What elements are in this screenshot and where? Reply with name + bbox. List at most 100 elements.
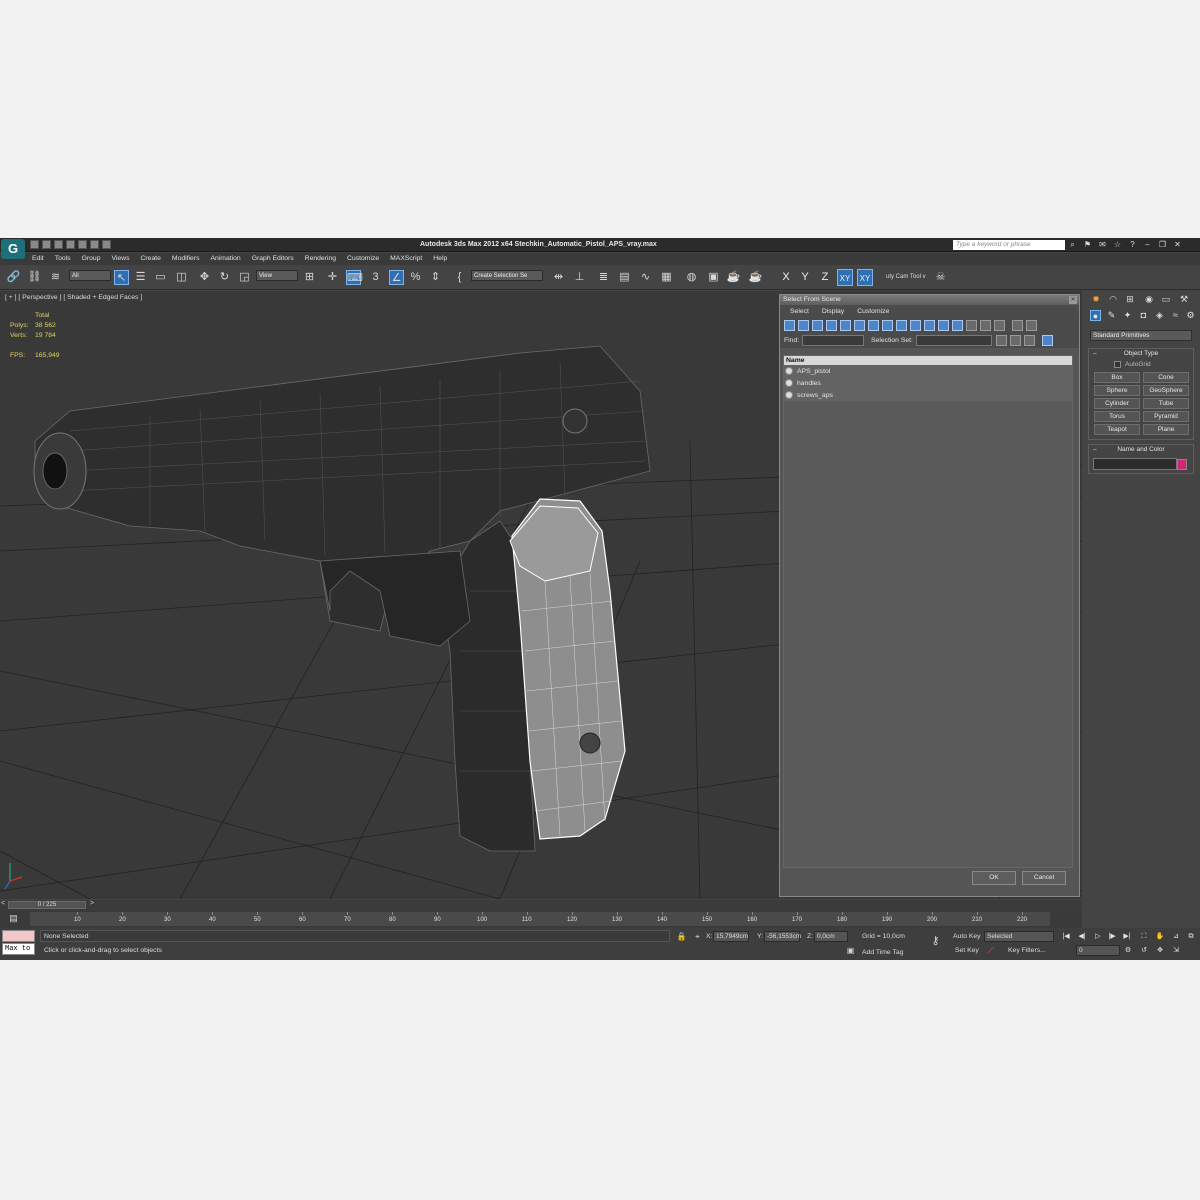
list-column-name[interactable]: Name bbox=[784, 356, 1072, 365]
communication-icon[interactable]: ✉ bbox=[1098, 240, 1107, 249]
open-file-icon[interactable] bbox=[42, 240, 51, 249]
subscription-icon[interactable]: ⚑ bbox=[1083, 240, 1092, 249]
display-xrefs-icon[interactable] bbox=[882, 320, 893, 331]
percent-snap-icon[interactable]: % bbox=[408, 270, 423, 285]
list-item-aps-pistol[interactable]: APS_pistol bbox=[784, 365, 1072, 377]
zoom-all-icon[interactable]: ✋ bbox=[1154, 931, 1166, 942]
motion-tab-icon[interactable]: ◉ bbox=[1143, 294, 1155, 305]
display-lights-icon[interactable] bbox=[812, 320, 823, 331]
cone-button[interactable]: Cone bbox=[1143, 372, 1189, 383]
spinner-snap-icon[interactable]: ⇕ bbox=[428, 270, 443, 285]
display-geometry-icon[interactable] bbox=[784, 320, 795, 331]
selection-set-add-icon[interactable] bbox=[1010, 335, 1021, 346]
dialog-menu-select[interactable]: Select bbox=[790, 308, 809, 315]
utilities-tab-icon[interactable]: ⚒ bbox=[1178, 294, 1190, 305]
axis-xy-button[interactable]: XY bbox=[837, 269, 853, 286]
menu-animation[interactable]: Animation bbox=[210, 255, 240, 262]
menu-create[interactable]: Create bbox=[141, 255, 161, 262]
y-coord-input[interactable]: -56,1553cm bbox=[764, 931, 801, 942]
menu-modifiers[interactable]: Modifiers bbox=[172, 255, 200, 262]
rectangular-selection-icon[interactable]: ▭ bbox=[153, 270, 168, 285]
display-helpers-icon[interactable] bbox=[840, 320, 851, 331]
filter-icon[interactable] bbox=[1012, 320, 1023, 331]
lights-category-icon[interactable]: ✦ bbox=[1122, 310, 1133, 321]
maxscript-listener-output[interactable] bbox=[2, 930, 35, 942]
walk-through-icon[interactable]: ⇲ bbox=[1170, 945, 1182, 956]
current-frame-spinner[interactable]: 0 bbox=[1076, 945, 1120, 956]
display-all-icon[interactable] bbox=[952, 320, 963, 331]
systems-category-icon[interactable]: ⚙ bbox=[1185, 310, 1196, 321]
window-crossing-icon[interactable]: ◫ bbox=[174, 270, 189, 285]
schematic-view-icon[interactable]: ▦ bbox=[659, 270, 674, 285]
menu-group[interactable]: Group bbox=[82, 255, 101, 262]
x-coord-input[interactable]: 15,7949cm bbox=[713, 931, 749, 942]
display-frozen-icon[interactable] bbox=[924, 320, 935, 331]
hold-icon[interactable] bbox=[90, 240, 99, 249]
find-input[interactable] bbox=[802, 335, 864, 346]
binoculars-icon[interactable]: ⌕ bbox=[1068, 240, 1077, 249]
time-configuration-icon[interactable]: ⚙ bbox=[1122, 945, 1134, 956]
time-tag-icon[interactable]: ▣ bbox=[845, 945, 856, 956]
space-warps-category-icon[interactable]: ≈ bbox=[1170, 310, 1181, 321]
list-item-screws-aps[interactable]: screws_aps bbox=[784, 389, 1072, 401]
skull-icon[interactable]: ☠ bbox=[933, 270, 948, 285]
go-to-end-icon[interactable]: ▶| bbox=[1121, 931, 1133, 942]
key-mode-dropdown[interactable]: Selected bbox=[984, 931, 1054, 942]
torus-button[interactable]: Torus bbox=[1094, 411, 1140, 422]
previous-frame-icon[interactable]: ◀| bbox=[1076, 931, 1088, 942]
zoom-extents-icon[interactable]: ⛶ bbox=[1138, 931, 1150, 942]
sync-selection-icon[interactable] bbox=[1026, 320, 1037, 331]
cameras-category-icon[interactable]: ◘ bbox=[1138, 310, 1149, 321]
axis-z-button[interactable]: Z bbox=[817, 269, 833, 286]
time-slider[interactable]: < 0 / 225 > bbox=[0, 900, 1082, 910]
align-icon[interactable]: ⊥ bbox=[572, 270, 587, 285]
menu-help[interactable]: Help bbox=[433, 255, 447, 262]
key-filters-button[interactable]: Key Filters... bbox=[1008, 947, 1046, 954]
close-icon[interactable]: ✕ bbox=[1173, 240, 1182, 249]
menu-graph-editors[interactable]: Graph Editors bbox=[252, 255, 294, 262]
snaps-toggle-icon[interactable]: 3 bbox=[368, 270, 383, 285]
select-all-icon[interactable] bbox=[966, 320, 977, 331]
menu-views[interactable]: Views bbox=[111, 255, 129, 262]
restore-icon[interactable]: ❐ bbox=[1158, 240, 1167, 249]
display-containers-icon[interactable] bbox=[910, 320, 921, 331]
next-frame-icon[interactable]: |▶ bbox=[1106, 931, 1118, 942]
display-hidden-icon[interactable] bbox=[938, 320, 949, 331]
pivot-center-icon[interactable]: ⊞ bbox=[302, 270, 317, 285]
plane-button[interactable]: Plane bbox=[1143, 424, 1189, 435]
teapot-button[interactable]: Teapot bbox=[1094, 424, 1140, 435]
time-slider-next-icon[interactable]: > bbox=[90, 900, 94, 907]
selection-set-edit-icon[interactable] bbox=[996, 335, 1007, 346]
absolute-relative-toggle-icon[interactable]: ⌖ bbox=[690, 929, 705, 944]
orbit-icon[interactable]: ↺ bbox=[1138, 945, 1150, 956]
set-key-mode-icon[interactable]: ⚷ bbox=[928, 934, 943, 949]
graphite-modeling-tools-icon[interactable]: ▤ bbox=[617, 270, 632, 285]
keyboard-shortcut-override-icon[interactable]: ⌨ bbox=[346, 270, 363, 285]
infocenter-search-input[interactable]: Type a keyword or phrase bbox=[953, 240, 1065, 250]
pan-icon[interactable]: ✥ bbox=[1154, 945, 1166, 956]
tube-button[interactable]: Tube bbox=[1143, 398, 1189, 409]
dialog-menu-display[interactable]: Display bbox=[822, 308, 844, 315]
time-slider-prev-icon[interactable]: < bbox=[1, 900, 5, 907]
favorites-icon[interactable]: ☆ bbox=[1113, 240, 1122, 249]
bind-space-warp-icon[interactable]: ≋ bbox=[48, 270, 63, 285]
display-space-warps-icon[interactable] bbox=[854, 320, 865, 331]
ok-button[interactable]: OK bbox=[972, 871, 1016, 885]
select-by-name-icon[interactable]: ☰ bbox=[133, 270, 148, 285]
autogrid-checkbox[interactable]: AutoGrid bbox=[1089, 359, 1193, 370]
sphere-button[interactable]: Sphere bbox=[1094, 385, 1140, 396]
cylinder-button[interactable]: Cylinder bbox=[1094, 398, 1140, 409]
maximize-viewport-icon[interactable]: ⧉ bbox=[1185, 931, 1197, 942]
project-folder-icon[interactable] bbox=[102, 240, 111, 249]
menu-customize[interactable]: Customize bbox=[347, 255, 379, 262]
key-filter-icon[interactable]: ⟋ bbox=[985, 944, 997, 956]
list-item-handles[interactable]: handles bbox=[784, 377, 1072, 389]
dialog-menu-customize[interactable]: Customize bbox=[857, 308, 889, 315]
pyramid-button[interactable]: Pyramid bbox=[1143, 411, 1189, 422]
select-invert-icon[interactable] bbox=[994, 320, 1005, 331]
select-and-rotate-icon[interactable]: ↻ bbox=[217, 270, 232, 285]
track-bar-ruler[interactable]: 10 20 30 40 50 60 70 80 90 100 110 120 1… bbox=[30, 912, 1050, 926]
layer-manager-icon[interactable]: ≣ bbox=[596, 270, 611, 285]
help-icon[interactable]: ? bbox=[1128, 240, 1137, 249]
select-and-manipulate-icon[interactable]: ✛ bbox=[325, 270, 340, 285]
